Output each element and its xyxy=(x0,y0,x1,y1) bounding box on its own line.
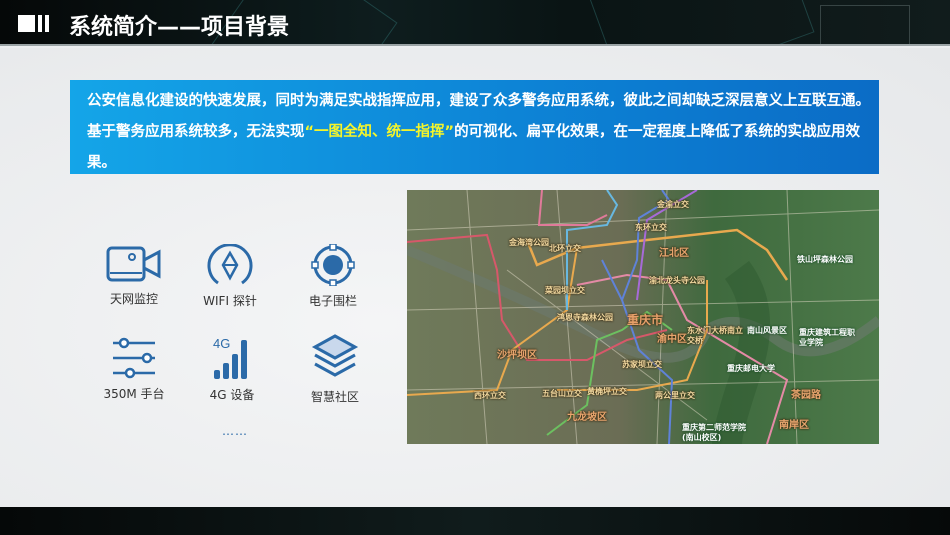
map-label: 金海湾公园 xyxy=(509,238,549,247)
map-label: 东环立交 xyxy=(635,223,667,232)
map-label: 渝北龙头寺公园 xyxy=(649,276,705,285)
feature-geofence: 电子围栏 xyxy=(283,244,383,309)
map-label: 南岸区 xyxy=(779,420,809,431)
feature-label: 天网监控 xyxy=(109,292,158,306)
map-label: 渝中区 xyxy=(657,334,687,345)
map-label: 九龙坡区 xyxy=(567,412,607,423)
map-label: 重庆邮电大学 xyxy=(727,364,775,373)
map-label: 北环立交 xyxy=(549,244,581,253)
feature-smart-community: 智慧社区 xyxy=(285,334,385,405)
feature-label: 350M 手台 xyxy=(103,387,165,401)
page-title: 系统简介——项目背景 xyxy=(69,15,290,40)
intro-banner: 公安信息化建设的快速发展，同时为满足实战指挥应用，建设了众多警务应用系统，彼此之… xyxy=(70,80,879,174)
map-label: 西环立交 xyxy=(474,391,506,400)
svg-text:4G: 4G xyxy=(213,336,230,351)
feature-skynet: 天网监控 xyxy=(84,246,184,307)
feature-350m-radio: 350M 手台 xyxy=(84,337,184,402)
slide-footer xyxy=(0,507,950,535)
map-label: 重庆建筑工程职业学院 xyxy=(799,328,855,347)
map-label: 金渝立交 xyxy=(657,200,689,209)
wifi-probe-icon xyxy=(207,244,253,285)
video-camera-icon xyxy=(106,246,161,282)
map-label: 五台山立交 xyxy=(542,389,582,398)
map-label: 沙坪坝区 xyxy=(497,350,537,361)
map-label: 江北区 xyxy=(659,248,689,259)
feature-4g-device: 4G 4G 设备 xyxy=(182,334,282,403)
feature-label: 电子围栏 xyxy=(308,294,357,308)
map-label: 重庆市 xyxy=(627,313,664,327)
title-marker-icon xyxy=(18,15,49,32)
feature-label: 智慧社区 xyxy=(310,390,359,404)
intro-highlight: “一图全知、统一指挥” xyxy=(304,124,455,140)
map-label: 铁山坪森林公园 xyxy=(797,255,853,264)
geofence-target-icon xyxy=(311,244,355,286)
satellite-map[interactable]: 重庆市 渝中区 江北区 南岸区 九龙坡区 沙坪坝区 茶园路 南山风景区 铁山坪森… xyxy=(407,190,879,444)
map-label: 重庆第二师范学院(南山校区) xyxy=(682,423,746,442)
map-label: 茶园路 xyxy=(791,390,821,401)
feature-label: WIFI 探针 xyxy=(203,294,257,308)
feature-wifi-probe: WIFI 探针 xyxy=(180,244,280,309)
feature-label: 4G 设备 xyxy=(209,388,255,402)
map-label: 苏家坝立交 xyxy=(622,360,662,369)
map-label: 黄桷坪立交 xyxy=(587,387,627,396)
map-label: 南山风景区 xyxy=(747,326,787,335)
slide-header: 系统简介——项目背景 xyxy=(0,0,950,46)
more-ellipsis: …… xyxy=(222,424,248,438)
map-label: 菜园坝立交 xyxy=(545,286,585,295)
4g-signal-icon: 4G xyxy=(213,336,247,379)
layers-icon xyxy=(311,334,359,377)
map-label: 两公里立交 xyxy=(655,391,695,400)
map-label: 东水门大桥南立交桥 xyxy=(687,326,743,345)
map-label: 鸿恩寺森林公园 xyxy=(557,313,613,322)
sliders-icon xyxy=(113,337,155,379)
